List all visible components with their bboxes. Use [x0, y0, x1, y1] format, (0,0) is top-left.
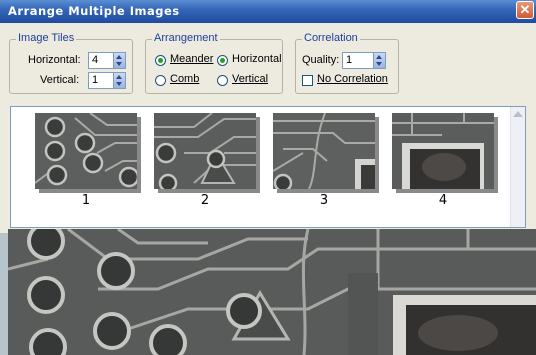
vertical-scrollbar[interactable]	[510, 107, 525, 227]
spin-up-icon[interactable]	[376, 55, 382, 59]
thumbnail-2-number: 2	[200, 193, 210, 208]
horizontal-radio[interactable]	[217, 55, 228, 66]
spin-arrows[interactable]	[113, 53, 125, 68]
spin-arrows[interactable]	[113, 73, 125, 88]
spin-down-icon[interactable]	[116, 62, 122, 66]
thumbnail-4-number: 4	[438, 193, 448, 208]
title-bar[interactable]: Arrange Multiple Images ✕	[0, 0, 536, 23]
quality-value: 1	[346, 54, 353, 66]
pcb-image-2	[154, 113, 256, 189]
window-title: Arrange Multiple Images	[8, 4, 180, 18]
thumbnail-4[interactable]	[392, 113, 494, 189]
no-correlation-label[interactable]: No Correlation	[317, 73, 388, 85]
spin-up-icon[interactable]	[116, 55, 122, 59]
spin-down-icon[interactable]	[376, 62, 382, 66]
correlation-legend: Correlation	[302, 32, 360, 44]
spin-arrows[interactable]	[373, 53, 385, 68]
arrangement-group: Arrangement Meander Horizontal Comb Vert…	[145, 32, 283, 94]
pcb-image-4	[392, 113, 494, 189]
correlation-group: Correlation Quality: 1 No Correlation	[295, 32, 399, 94]
comb-label[interactable]: Comb	[170, 73, 199, 85]
horizontal-tiles-label: Horizontal:	[28, 54, 81, 66]
pcb-image-1	[35, 113, 137, 189]
thumbnail-1[interactable]	[35, 113, 137, 189]
scroll-up-icon[interactable]	[513, 111, 523, 117]
thumbnail-3-number: 3	[319, 193, 329, 208]
thumbnail-1-number: 1	[81, 193, 91, 208]
horizontal-tiles-value: 4	[92, 54, 99, 66]
horizontal-direction-label[interactable]: Horizontal	[232, 53, 282, 65]
quality-label: Quality:	[302, 54, 340, 66]
pcb-large-image	[8, 229, 536, 355]
close-icon: ✕	[519, 2, 531, 17]
image-tiles-group: Image Tiles Horizontal: 4 Vertical: 1	[9, 32, 133, 94]
meander-label[interactable]: Meander	[170, 53, 213, 65]
dialog-body: Image Tiles Horizontal: 4 Vertical: 1 Ar…	[0, 23, 536, 233]
image-tiles-legend: Image Tiles	[16, 32, 77, 44]
vertical-direction-label[interactable]: Vertical	[232, 73, 268, 85]
arrangement-legend: Arrangement	[152, 32, 220, 44]
vertical-tiles-label: Vertical:	[40, 74, 80, 86]
vertical-tiles-stepper[interactable]: 1	[88, 72, 126, 89]
comb-radio[interactable]	[155, 75, 166, 86]
thumbnail-panel[interactable]: 1 2 3 4	[10, 106, 526, 228]
no-correlation-checkbox[interactable]	[302, 75, 313, 86]
spin-up-icon[interactable]	[116, 75, 122, 79]
close-button[interactable]: ✕	[516, 1, 534, 19]
horizontal-tiles-stepper[interactable]: 4	[88, 52, 126, 69]
quality-stepper[interactable]: 1	[342, 52, 386, 69]
stitched-image-preview[interactable]	[8, 229, 536, 355]
spin-down-icon[interactable]	[116, 82, 122, 86]
thumbnail-2[interactable]	[154, 113, 256, 189]
thumbnail-3[interactable]	[273, 113, 375, 189]
meander-radio[interactable]	[155, 55, 166, 66]
pcb-image-3	[273, 113, 375, 189]
vertical-radio[interactable]	[217, 75, 228, 86]
vertical-tiles-value: 1	[92, 74, 99, 86]
